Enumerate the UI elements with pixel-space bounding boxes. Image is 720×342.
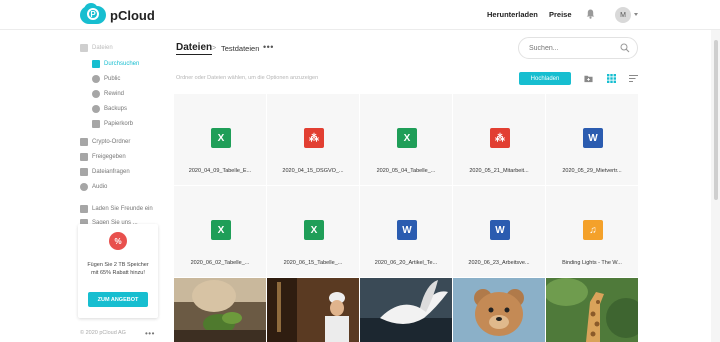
file-grid: X 2020_04_09_Tabelle_E... ⁂ 2020_04_15_D… (174, 94, 638, 342)
sort-icon[interactable] (629, 74, 638, 83)
excel-icon: X (211, 220, 231, 240)
cloud-logo-icon: P (80, 3, 106, 24)
sidebar-item-label: Dateianfragen (92, 169, 130, 175)
file-tile[interactable]: ⁂ 2020_05_21_Mitarbeit... (453, 94, 545, 185)
sidebar-item-public[interactable]: Public (92, 75, 120, 83)
sidebar-item-label: Rewind (104, 91, 125, 97)
search-box[interactable] (518, 37, 638, 59)
logo-text: pCloud (110, 7, 155, 23)
headphones-icon (80, 183, 88, 191)
excel-icon: X (304, 220, 324, 240)
file-name: 2020_05_04_Tabelle_... (376, 168, 436, 174)
file-name: 2020_06_23_Arbeitsve... (468, 260, 530, 266)
sidebar-item-crypto[interactable]: Crypto-Ordner (80, 138, 130, 146)
photo-thumbnail-plant[interactable] (174, 278, 266, 342)
sidebar-item-label: Laden Sie Freunde ein (92, 206, 153, 212)
trash-icon (92, 120, 100, 128)
sidebar-item-audio[interactable]: Audio (80, 183, 107, 191)
percent-icon: % (109, 232, 127, 250)
folder-options-icon[interactable]: ••• (263, 42, 274, 52)
top-header: P pCloud Herunterladen Preise M (0, 0, 720, 30)
sidebar-item-files[interactable]: Dateien (80, 44, 113, 52)
sidebar-item-browse[interactable]: Durchsuchen (92, 60, 139, 68)
folder-icon (80, 44, 88, 52)
breadcrumb-separator: > (212, 45, 217, 52)
share-icon (80, 153, 88, 161)
file-tile[interactable]: X 2020_05_04_Tabelle_... (360, 94, 452, 185)
file-tile[interactable]: X 2020_06_15_Tabelle_... (267, 186, 359, 277)
sidebar-item-trash[interactable]: Papierkorb (92, 120, 133, 128)
avatar[interactable]: M (615, 7, 631, 23)
lock-icon (80, 138, 88, 146)
cloud-icon (92, 105, 100, 113)
word-icon: W (397, 220, 417, 240)
photo-thumbnail-chef[interactable] (267, 278, 359, 342)
file-tile[interactable]: X 2020_04_09_Tabelle_E... (174, 94, 266, 185)
file-request-icon (80, 168, 88, 176)
photo-thumbnail-bird[interactable] (360, 278, 452, 342)
sidebar-item-label: Public (104, 76, 121, 82)
photo-thumbnail-giraffe[interactable] (546, 278, 638, 342)
sidebar-item-shared[interactable]: Freigegeben (80, 153, 126, 161)
sidebar-item-backups[interactable]: Backups (92, 105, 127, 113)
new-folder-icon[interactable] (584, 74, 593, 83)
pcloud-logo[interactable]: P pCloud (80, 3, 155, 24)
file-name: 2020_05_21_Mitarbeit... (469, 168, 529, 174)
sidebar-item-label: Freigegeben (92, 154, 126, 160)
excel-icon: X (397, 128, 417, 148)
search-icon[interactable] (620, 43, 630, 53)
sidebar-item-label: Crypto-Ordner (92, 139, 131, 145)
file-name: 2020_06_15_Tabelle_... (283, 260, 343, 266)
upload-button[interactable]: Hochladen (519, 72, 571, 85)
file-tile[interactable]: W 2020_06_20_Artikel_Te... (360, 186, 452, 277)
pricing-link[interactable]: Preise (549, 10, 572, 19)
pdf-icon: ⁂ (490, 128, 510, 148)
file-tile[interactable]: ♫ Binding Lights - The W... (546, 186, 638, 277)
search-input[interactable] (529, 42, 614, 54)
rewind-icon (92, 90, 100, 98)
sidebar-item-label: Backups (104, 106, 128, 112)
globe-icon (92, 75, 100, 83)
file-tile[interactable]: ⁂ 2020_04_15_DSGVO_... (267, 94, 359, 185)
file-name: 2020_04_15_DSGVO_... (282, 168, 344, 174)
file-tile[interactable]: W 2020_05_29_Mietvertr... (546, 94, 638, 185)
breadcrumb-current: Testdateien (221, 44, 260, 53)
promo-text: Fügen Sie 2 TB Speicher mit 65% Rabatt h… (87, 262, 149, 276)
promo-button[interactable]: ZUM ANGEBOT (88, 292, 148, 307)
breadcrumb-root[interactable]: Dateien (176, 42, 213, 55)
chevron-down-icon[interactable] (634, 13, 638, 16)
sidebar-item-invite[interactable]: Laden Sie Freunde ein (80, 205, 153, 213)
file-name: 2020_06_02_Tabelle_... (190, 260, 250, 266)
word-icon: W (583, 128, 603, 148)
list-icon (92, 60, 100, 68)
photo-thumbnail-teddy-bear[interactable] (453, 278, 545, 342)
music-icon: ♫ (583, 220, 603, 240)
promo-card: % Fügen Sie 2 TB Speicher mit 65% Rabatt… (78, 224, 158, 318)
sidebar-item-label: Dateien (92, 45, 113, 51)
more-options-icon[interactable]: ••• (145, 329, 155, 338)
file-name: 2020_05_29_Mietvertr... (562, 168, 622, 174)
word-icon: W (490, 220, 510, 240)
file-name: Binding Lights - The W... (562, 260, 622, 266)
file-name: 2020_06_20_Artikel_Te... (374, 260, 438, 266)
selection-hint: Ordner oder Dateien wählen, um die Optio… (176, 75, 319, 81)
sidebar-item-label: Papierkorb (104, 121, 134, 127)
file-tile[interactable]: X 2020_06_02_Tabelle_... (174, 186, 266, 277)
sidebar-item-label: Audio (92, 184, 108, 190)
scrollbar-thumb[interactable] (714, 40, 718, 200)
sidebar-item-label: Durchsuchen (104, 61, 140, 67)
download-link[interactable]: Herunterladen (487, 10, 538, 19)
trophy-icon (80, 205, 88, 213)
logo-glyph: P (87, 8, 99, 20)
pdf-icon: ⁂ (304, 128, 324, 148)
sidebar-item-file-requests[interactable]: Dateianfragen (80, 168, 130, 176)
excel-icon: X (211, 128, 231, 148)
copyright: © 2020 pCloud AG (80, 330, 126, 336)
file-tile[interactable]: W 2020_06_23_Arbeitsve... (453, 186, 545, 277)
grid-view-icon[interactable] (607, 74, 616, 83)
file-name: 2020_04_09_Tabelle_E... (188, 168, 252, 174)
sidebar-item-rewind[interactable]: Rewind (92, 90, 124, 98)
bell-icon[interactable] (586, 9, 595, 19)
